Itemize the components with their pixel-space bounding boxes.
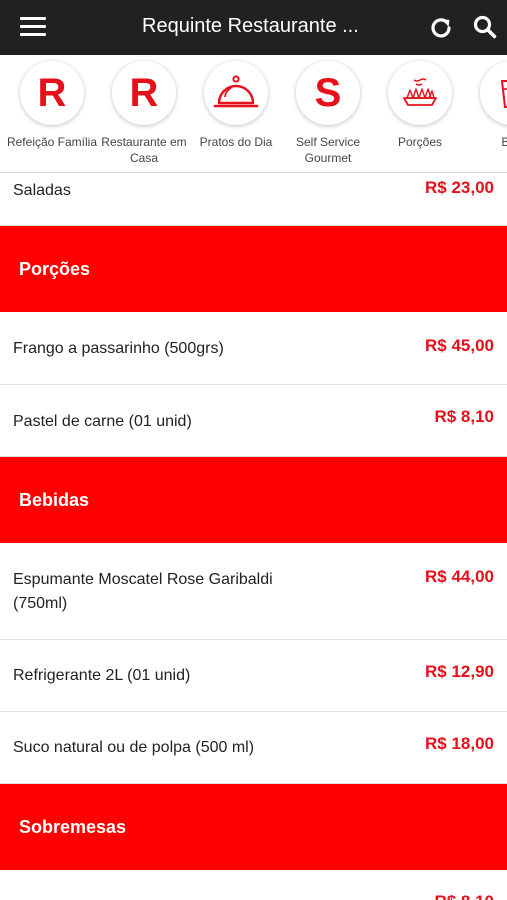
letter-r-icon: R [20,61,84,125]
item-name: Saladas [13,182,71,199]
category-label: Beb [462,134,507,150]
category-label: Porções [397,135,443,149]
category-restaurante-em-casa[interactable]: R Restaurante em Casa [98,55,190,172]
menu-icon[interactable] [20,17,46,37]
section-title: Bebidas [19,490,90,510]
section-header-bebidas: Bebidas [0,457,507,543]
drink-cup-icon [480,61,507,125]
item-price: R$ 23,00 [425,178,494,197]
category-refeicao-familia[interactable]: R Refeição Família [6,55,98,172]
page-title: Requinte Restaurante ... [142,15,359,37]
section-header-porcoes: Porções [0,226,507,312]
item-name: Espumante Moscatel Rose Garibaldi (750ml… [13,571,273,612]
category-label: Self Service Gourmet [295,135,361,165]
item-price: R$ 8,10 [434,892,494,900]
item-price: R$ 44,00 [425,567,494,586]
category-label: Refeição Família [6,135,98,149]
letter-s-icon: S [296,61,360,125]
category-label: Restaurante em Casa [101,135,187,165]
list-item[interactable]: Espumante Moscatel Rose Garibaldi (750ml… [0,543,507,640]
item-name: Pastel de carne (01 unid) [13,413,192,430]
app-bar: Requinte Restaurante ... [0,0,507,55]
item-name: Frango a passarinho (500grs) [13,340,224,357]
refresh-icon[interactable] [428,15,454,41]
item-price: R$ 45,00 [425,336,494,355]
item-name: Refrigerante 2L (01 unid) [13,667,191,684]
food-tray-icon [388,61,452,125]
item-price: R$ 18,00 [425,734,494,753]
item-name: Suco natural ou de polpa (500 ml) [13,739,255,756]
item-price: R$ 12,90 [425,662,494,681]
section-header-sobremesas: Sobremesas [0,784,507,870]
section-title: Porções [19,259,91,279]
list-item[interactable]: R$ 8,10 [0,870,507,900]
category-porcoes[interactable]: Porções [374,55,466,172]
category-pratos-do-dia[interactable]: Pratos do Dia [190,55,282,172]
section-title: Sobremesas [19,817,127,837]
list-item[interactable]: Pastel de carne (01 unid) R$ 8,10 [0,385,507,457]
list-item[interactable]: Saladas R$ 23,00 [0,173,507,226]
category-self-service-gourmet[interactable]: S Self Service Gourmet [282,55,374,172]
list-item[interactable]: Suco natural ou de polpa (500 ml) R$ 18,… [0,712,507,784]
item-price: R$ 8,10 [434,407,494,426]
menu-list: Saladas R$ 23,00 Porções Frango a passar… [0,173,507,900]
letter-r-icon: R [112,61,176,125]
list-item[interactable]: Refrigerante 2L (01 unid) R$ 12,90 [0,640,507,712]
search-icon[interactable] [472,14,498,40]
list-item[interactable]: Frango a passarinho (500grs) R$ 45,00 [0,312,507,385]
category-label: Pratos do Dia [199,135,273,149]
category-carousel[interactable]: R Refeição Família R Restaurante em Casa… [0,55,507,173]
category-bebidas[interactable]: Beb [466,55,507,172]
cloche-icon [204,61,268,125]
